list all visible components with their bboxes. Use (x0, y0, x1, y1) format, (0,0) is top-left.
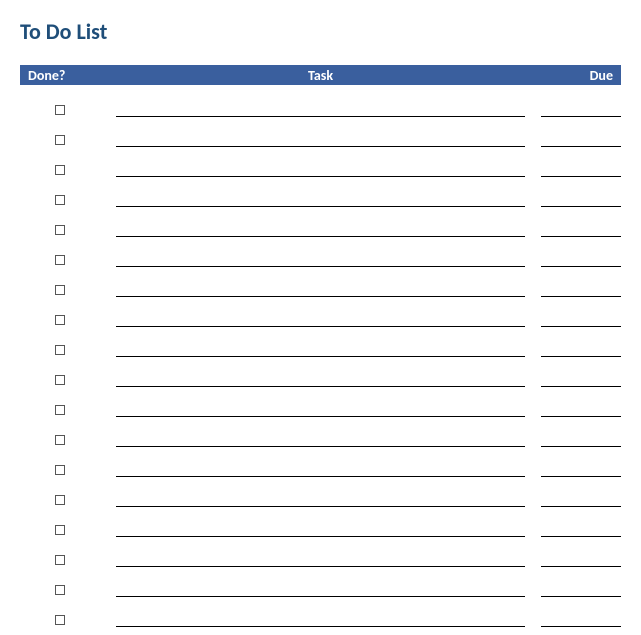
checkbox[interactable] (55, 105, 65, 115)
cell-done (20, 255, 100, 265)
cell-due[interactable] (541, 223, 621, 237)
checkbox[interactable] (55, 225, 65, 235)
table-row (20, 605, 621, 635)
table-row (20, 485, 621, 515)
cell-done (20, 165, 100, 175)
cell-done (20, 405, 100, 415)
table-row (20, 95, 621, 125)
checkbox[interactable] (55, 195, 65, 205)
cell-task[interactable] (116, 133, 525, 147)
table-row (20, 245, 621, 275)
cell-task[interactable] (116, 313, 525, 327)
cell-due[interactable] (541, 313, 621, 327)
checkbox[interactable] (55, 285, 65, 295)
cell-task[interactable] (116, 403, 525, 417)
cell-done (20, 315, 100, 325)
table-row (20, 425, 621, 455)
table-row (20, 335, 621, 365)
header-task: Task (108, 67, 533, 84)
cell-done (20, 435, 100, 445)
checkbox[interactable] (55, 495, 65, 505)
cell-due[interactable] (541, 493, 621, 507)
cell-done (20, 495, 100, 505)
cell-done (20, 555, 100, 565)
cell-task[interactable] (116, 613, 525, 627)
cell-done (20, 345, 100, 355)
cell-due[interactable] (541, 523, 621, 537)
cell-due[interactable] (541, 583, 621, 597)
checkbox[interactable] (55, 405, 65, 415)
cell-task[interactable] (116, 343, 525, 357)
cell-done (20, 105, 100, 115)
cell-due[interactable] (541, 463, 621, 477)
table-row (20, 515, 621, 545)
header-done: Done? (28, 67, 108, 84)
checkbox[interactable] (55, 435, 65, 445)
table-row (20, 395, 621, 425)
table-row (20, 455, 621, 485)
table-header: Done? Task Due (20, 65, 621, 85)
cell-due[interactable] (541, 193, 621, 207)
cell-due[interactable] (541, 163, 621, 177)
cell-done (20, 465, 100, 475)
cell-due[interactable] (541, 613, 621, 627)
cell-task[interactable] (116, 283, 525, 297)
checkbox[interactable] (55, 315, 65, 325)
table-row (20, 365, 621, 395)
table-body (20, 95, 621, 635)
cell-done (20, 375, 100, 385)
cell-done (20, 285, 100, 295)
cell-task[interactable] (116, 253, 525, 267)
checkbox[interactable] (55, 585, 65, 595)
cell-done (20, 525, 100, 535)
page-title: To Do List (20, 18, 621, 45)
table-row (20, 305, 621, 335)
header-due: Due (533, 67, 613, 84)
cell-due[interactable] (541, 103, 621, 117)
cell-done (20, 135, 100, 145)
cell-task[interactable] (116, 373, 525, 387)
cell-due[interactable] (541, 553, 621, 567)
cell-task[interactable] (116, 493, 525, 507)
table-row (20, 125, 621, 155)
cell-done (20, 615, 100, 625)
cell-due[interactable] (541, 343, 621, 357)
cell-task[interactable] (116, 553, 525, 567)
table-row (20, 155, 621, 185)
table-row (20, 545, 621, 575)
cell-due[interactable] (541, 433, 621, 447)
checkbox[interactable] (55, 345, 65, 355)
cell-due[interactable] (541, 253, 621, 267)
cell-done (20, 225, 100, 235)
checkbox[interactable] (55, 165, 65, 175)
cell-done (20, 195, 100, 205)
checkbox[interactable] (55, 135, 65, 145)
cell-done (20, 585, 100, 595)
cell-task[interactable] (116, 193, 525, 207)
cell-task[interactable] (116, 583, 525, 597)
checkbox[interactable] (55, 375, 65, 385)
cell-task[interactable] (116, 433, 525, 447)
table-row (20, 575, 621, 605)
cell-due[interactable] (541, 373, 621, 387)
table-row (20, 215, 621, 245)
checkbox[interactable] (55, 255, 65, 265)
cell-task[interactable] (116, 223, 525, 237)
cell-task[interactable] (116, 463, 525, 477)
checkbox[interactable] (55, 525, 65, 535)
checkbox[interactable] (55, 615, 65, 625)
cell-due[interactable] (541, 283, 621, 297)
table-row (20, 275, 621, 305)
table-row (20, 185, 621, 215)
checkbox[interactable] (55, 465, 65, 475)
cell-task[interactable] (116, 163, 525, 177)
cell-due[interactable] (541, 403, 621, 417)
checkbox[interactable] (55, 555, 65, 565)
cell-task[interactable] (116, 523, 525, 537)
cell-due[interactable] (541, 133, 621, 147)
cell-task[interactable] (116, 103, 525, 117)
